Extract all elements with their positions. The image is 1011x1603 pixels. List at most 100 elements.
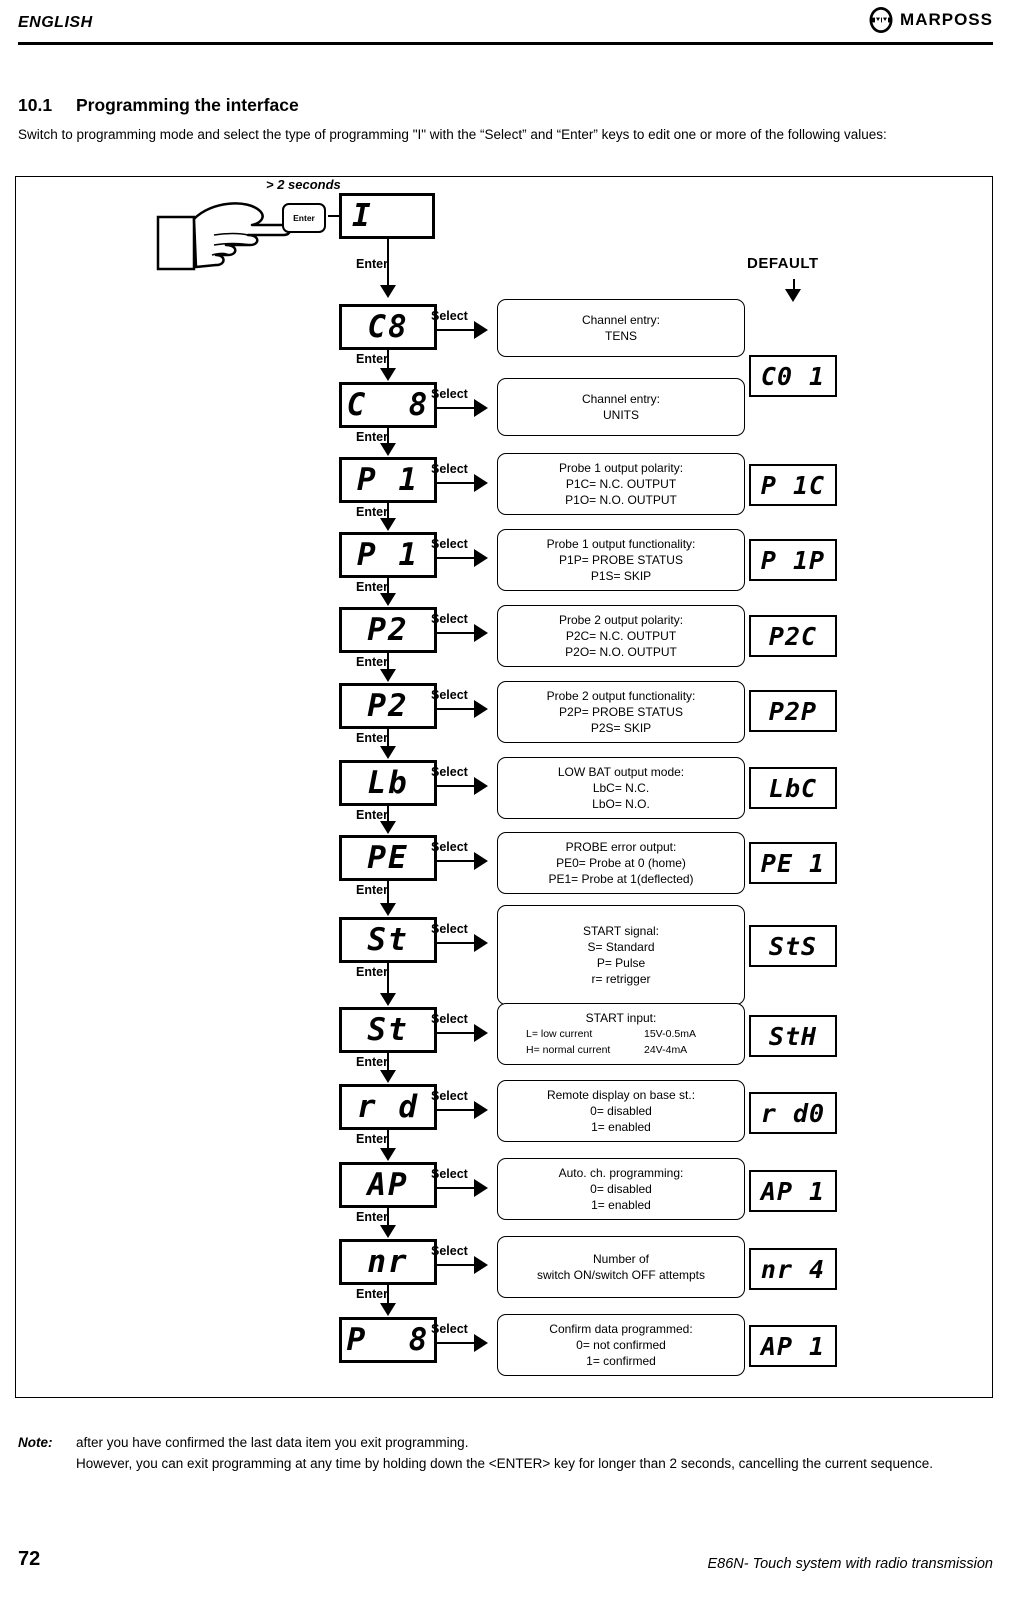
description-line: Number of [592,1252,650,1266]
enter-key-button[interactable]: Enter [282,203,326,233]
lcd-default-box: PE 1 [749,842,837,884]
select-arrow-icon [474,474,488,492]
description-line: 0= not confirmed [576,1338,666,1352]
select-connector-line [437,942,477,944]
description-line: P= Pulse [596,956,646,970]
description-row-value: 15V-0.5mA [644,1028,696,1040]
description-line: P1C= N.C. OUTPUT [565,477,677,491]
description-line: PROBE error output: [565,840,677,854]
description-row: H= normal current 24V-4mA [526,1042,716,1058]
description-line: UNITS [603,408,639,422]
lcd-default-box: StS [749,925,837,967]
enter-arrow-icon [380,518,396,531]
enter-arrow-icon [380,821,396,834]
description-line: Confirm data programmed: [549,1322,693,1336]
select-connector-line [437,1109,477,1111]
lcd-default-box: P2C [749,615,837,657]
note-block: Note: after you have confirmed the last … [18,1432,993,1474]
lcd-code-box: nr [339,1239,437,1285]
programming-flow-diagram: > 2 seconds Enter I Enter DEFAULT C8 Sele… [15,176,993,1398]
description-line: 0= disabled [590,1104,652,1118]
description-line: P1P= PROBE STATUS [559,553,683,567]
enter-label-0: Enter [356,257,388,271]
intro-paragraph: Switch to programming mode and select th… [18,127,887,142]
select-connector-line [437,482,477,484]
select-arrow-icon [474,852,488,870]
select-label-12: Select [431,1244,468,1258]
enter-label-8: Enter [356,883,388,897]
enter-label-11: Enter [356,1132,388,1146]
marposs-wordmark: MARPOSS [900,10,993,29]
select-arrow-icon [474,1179,488,1197]
lcd-code-box: P 1 [339,457,437,503]
hold-duration-label: > 2 seconds [266,177,341,192]
description-line: START signal: [582,924,660,938]
lcd-default-box: P2P [749,690,837,732]
lcd-code-box: r d [339,1084,437,1130]
description-line: Probe 2 output functionality: [546,689,696,703]
description-line: 1= enabled [591,1198,651,1212]
select-label-4: Select [431,612,468,626]
description-line: PE0= Probe at 0 (home) [556,856,686,870]
description-line: P1S= SKIP [590,569,652,583]
description-box: START input: L= low current 15V-0.5mA H= no… [497,1003,745,1065]
description-box: LOW BAT output mode: LbC= N.C. LbO= N.O. [497,757,745,819]
select-arrow-icon [474,700,488,718]
description-line: P2C= N.C. OUTPUT [565,629,677,643]
enter-label-3: Enter [356,505,388,519]
select-arrow-icon [474,1101,488,1119]
marposs-emblem-icon [867,6,895,34]
description-line: PE1= Probe at 1(deflected) [548,872,694,886]
description-line: Remote display on base st.: [546,1088,696,1102]
description-line: Probe 1 output functionality: [546,537,696,551]
select-label-10: Select [431,1089,468,1103]
select-connector-line [437,708,477,710]
lcd-code-box: Lb [339,760,437,806]
description-line: P2O= N.O. OUTPUT [565,645,677,659]
select-arrow-icon [474,399,488,417]
lcd-code-box: C8 [339,304,437,350]
select-label-6: Select [431,765,468,779]
note-line-1: after you have confirmed the last data i… [76,1435,469,1450]
footer-doc-title: E86N- Touch system with radio transmissi… [707,1556,993,1572]
description-line: Channel entry: [581,313,661,327]
lcd-default-box: nr 4 [749,1248,837,1290]
enter-label-4: Enter [356,580,388,594]
lcd-default-box: C0 1 [749,355,837,397]
description-box: Number of switch ON/switch OFF attempts [497,1236,745,1298]
select-label-3: Select [431,537,468,551]
description-row-value: 24V-4mA [644,1044,688,1056]
enter-arrow-icon [380,1225,396,1238]
section-number: 10.1 [18,95,53,115]
document-page: ENGLISH MARPOSS 10.1 Programming the inte… [0,0,1011,1603]
enter-arrow-icon [380,669,396,682]
select-connector-line [437,329,477,331]
default-arrow-icon [785,289,801,302]
enter-label-2: Enter [356,430,388,444]
description-line: switch ON/switch OFF attempts [536,1268,706,1282]
select-connector-line [437,1032,477,1034]
select-connector-line [437,1342,477,1344]
description-line: Probe 2 output polarity: [558,613,684,627]
enter-label-9: Enter [356,965,388,979]
lcd-code-box: P 8 [339,1317,437,1363]
description-box: Confirm data programmed: 0= not confirmed… [497,1314,745,1376]
enter-label-10: Enter [356,1055,388,1069]
description-box: Probe 1 output polarity: P1C= N.C. OUTPUT… [497,453,745,515]
lcd-default-box: LbC [749,767,837,809]
select-label-5: Select [431,688,468,702]
select-arrow-icon [474,1334,488,1352]
enter-label-7: Enter [356,808,388,822]
pointing-hand-icon [156,195,356,285]
description-line: P1O= N.O. OUTPUT [565,493,677,507]
description-line: P2S= SKIP [590,721,652,735]
description-line: P2P= PROBE STATUS [559,705,683,719]
page-number: 72 [18,1548,41,1570]
select-arrow-icon [474,934,488,952]
note-tag: Note: [18,1435,53,1450]
default-column-label: DEFAULT [747,255,819,272]
marposs-logo: MARPOSS [867,6,993,34]
select-connector-line [437,557,477,559]
select-connector-line [437,1187,477,1189]
description-box: Probe 2 output functionality: P2P= PROBE … [497,681,745,743]
